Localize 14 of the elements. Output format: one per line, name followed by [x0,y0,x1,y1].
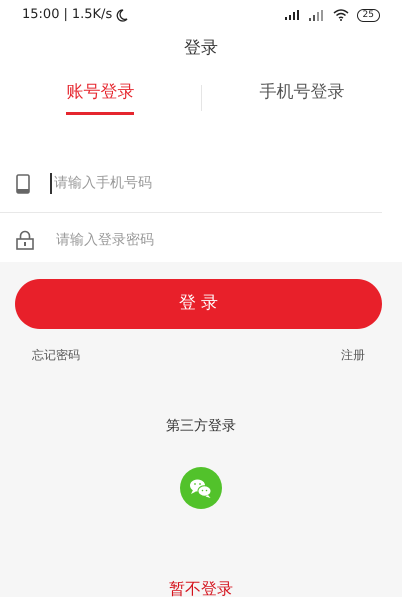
network-speed: 1.5K/s [72,6,112,24]
input-field[interactable]: 请输入手机号码 [50,173,382,194]
register-link[interactable]: 注册 [341,346,365,364]
page-title: 登录 [184,38,218,58]
tab[interactable]: 手机号登录 [259,80,344,115]
status-time: 15:00 [22,6,60,24]
status-divider: | [63,6,68,24]
skip-login-link[interactable]: 暂不登录 [169,579,233,597]
input-field[interactable]: 请输入登录密码 [54,230,382,250]
tab[interactable]: 账号登录 [66,80,134,115]
login-button[interactable]: 登 录 [15,279,382,329]
section-title: 第三方登录 [166,418,236,434]
forgot-password-link[interactable]: 忘记密码 [32,346,80,364]
battery-indicator: 25 [356,8,380,22]
